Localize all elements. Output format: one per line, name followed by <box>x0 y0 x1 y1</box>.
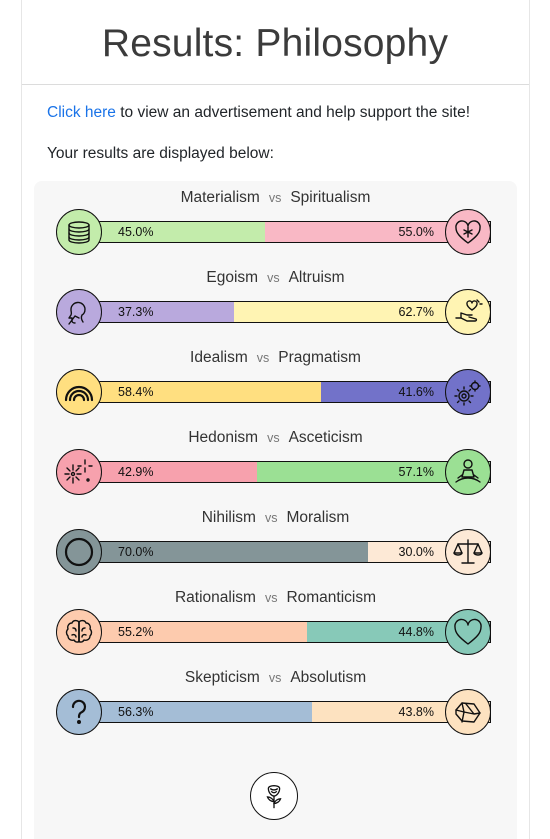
left-segment <box>80 382 321 402</box>
right-percentage: 57.1% <box>398 465 434 479</box>
scales-icon <box>445 529 491 575</box>
vs-label: vs <box>264 511 278 525</box>
right-trait-label: Romanticism <box>286 589 377 606</box>
vs-label: vs <box>268 671 282 685</box>
right-percentage: 30.0% <box>398 545 434 559</box>
heart-icon <box>445 609 491 655</box>
right-trait-label: Pragmatism <box>278 349 361 366</box>
axis-label: Idealism vs Pragmatism <box>34 349 517 367</box>
vs-label: vs <box>256 351 270 365</box>
left-trait-label: Rationalism <box>174 589 256 606</box>
results-intro: Your results are displayed below: <box>47 145 274 162</box>
results-panel: Materialism vs Spiritualism 45.0% 55.0% Egois… <box>34 181 517 839</box>
left-percentage: 70.0% <box>118 545 154 559</box>
ad-text: to view an advertisement and help suppor… <box>115 104 471 121</box>
right-percentage: 55.0% <box>398 225 434 239</box>
vs-label: vs <box>267 431 280 445</box>
right-trait-label: Absolutism <box>290 669 367 686</box>
axis-label: Hedonism vs Asceticism <box>34 429 517 447</box>
result-row: Materialism vs Spiritualism 45.0% 55.0% <box>34 181 517 261</box>
right-trait-label: Altruism <box>288 269 345 286</box>
axis-label: Materialism vs Spiritualism <box>34 189 517 207</box>
right-percentage: 43.8% <box>398 705 434 719</box>
rose-icon <box>250 772 298 820</box>
result-row: Nihilism vs Moralism 70.0% 30.0% <box>34 501 517 581</box>
title-divider <box>22 84 529 85</box>
left-percentage: 42.9% <box>118 465 154 479</box>
left-percentage: 58.4% <box>118 385 154 399</box>
thinker-head-icon <box>56 289 102 335</box>
fireworks-icon <box>56 449 102 495</box>
axis-label: Nihilism vs Moralism <box>34 509 517 527</box>
left-percentage: 55.2% <box>118 625 154 639</box>
result-row: Skepticism vs Absolutism 56.3% 43.8% <box>34 661 517 741</box>
left-segment <box>80 302 234 322</box>
giving-hand-icon <box>445 289 491 335</box>
result-row: Hedonism vs Asceticism 42.9% 57.1% <box>34 421 517 501</box>
vs-label: vs <box>264 591 278 605</box>
left-percentage: 56.3% <box>118 705 154 719</box>
left-percentage: 37.3% <box>118 305 154 319</box>
left-trait-label: Nihilism <box>201 509 256 526</box>
result-row: Egoism vs Altruism 37.3% 62.7% <box>34 261 517 341</box>
left-trait-label: Skepticism <box>184 669 260 686</box>
axis-label: Egoism vs Altruism <box>34 269 517 287</box>
question-mark-icon <box>56 689 102 735</box>
ad-line: Click here to view an advertisement and … <box>47 104 470 122</box>
right-trait-label: Moralism <box>286 509 350 526</box>
crystal-icon <box>445 689 491 735</box>
left-segment <box>80 702 312 722</box>
empty-circle-icon <box>56 529 102 575</box>
left-trait-label: Idealism <box>190 349 248 366</box>
coins-icon <box>56 209 102 255</box>
left-segment <box>80 222 266 242</box>
right-trait-label: Asceticism <box>288 429 363 446</box>
meditation-icon <box>445 449 491 495</box>
right-percentage: 41.6% <box>398 385 434 399</box>
axis-label: Skepticism vs Absolutism <box>34 669 517 687</box>
left-segment <box>80 622 308 642</box>
right-trait-label: Spiritualism <box>290 189 371 206</box>
axis-label: Rationalism vs Romanticism <box>34 589 517 607</box>
heart-flower-icon <box>445 209 491 255</box>
left-trait-label: Egoism <box>206 269 259 286</box>
left-trait-label: Hedonism <box>188 429 259 446</box>
gears-icon <box>445 369 491 415</box>
left-trait-label: Materialism <box>180 189 260 206</box>
left-percentage: 45.0% <box>118 225 154 239</box>
result-row: Idealism vs Pragmatism 58.4% 41.6% <box>34 341 517 421</box>
left-segment <box>80 462 257 482</box>
right-percentage: 62.7% <box>398 305 434 319</box>
vs-label: vs <box>268 191 282 205</box>
rainbow-icon <box>56 369 102 415</box>
ad-link[interactable]: Click here <box>47 104 116 121</box>
right-percentage: 44.8% <box>398 625 434 639</box>
brain-icon <box>56 609 102 655</box>
result-row: Rationalism vs Romanticism 55.2% 44.8% <box>34 581 517 661</box>
page-title: Results: Philosophy <box>101 22 449 65</box>
vs-label: vs <box>267 271 280 285</box>
